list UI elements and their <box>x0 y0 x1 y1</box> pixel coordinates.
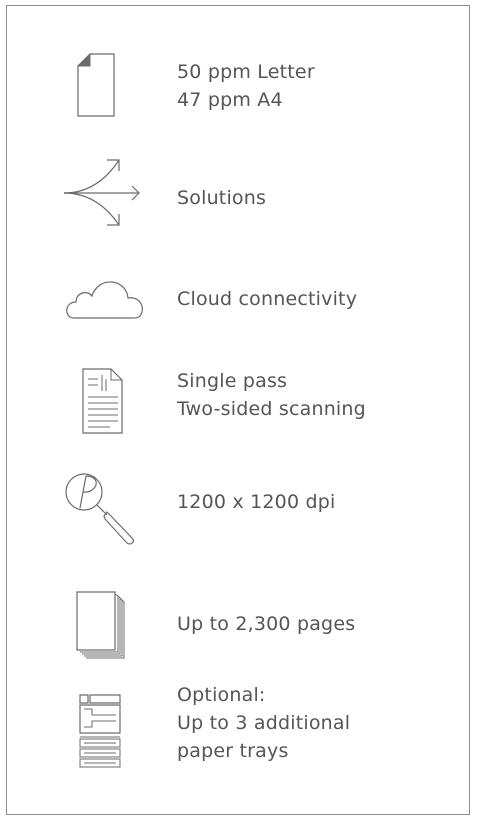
paper-stack-icon <box>62 584 152 674</box>
feature-line: Single pass <box>177 370 288 392</box>
printer-trays-icon <box>62 689 152 779</box>
feature-line: 47 ppm A4 <box>177 89 283 111</box>
feature-line: Cloud connectivity <box>177 288 358 310</box>
feature-line: Solutions <box>177 187 267 209</box>
feature-card: 50 ppm Letter 47 ppm A4 Solutions Cloud … <box>6 5 470 815</box>
cloud-icon <box>62 256 152 346</box>
feature-line: Two-sided scanning <box>177 398 366 420</box>
branching-arrows-icon <box>62 151 152 241</box>
scanned-document-icon <box>62 361 152 451</box>
page-icon <box>62 46 152 136</box>
feature-line: paper trays <box>177 740 289 762</box>
feature-line: Up to 2,300 pages <box>177 613 356 635</box>
feature-line: 1200 x 1200 dpi <box>177 491 336 513</box>
feature-line: 50 ppm Letter <box>177 61 315 83</box>
feature-line: Optional: <box>177 684 266 706</box>
feature-line: Up to 3 additional <box>177 712 351 734</box>
magnifier-icon <box>62 468 152 558</box>
